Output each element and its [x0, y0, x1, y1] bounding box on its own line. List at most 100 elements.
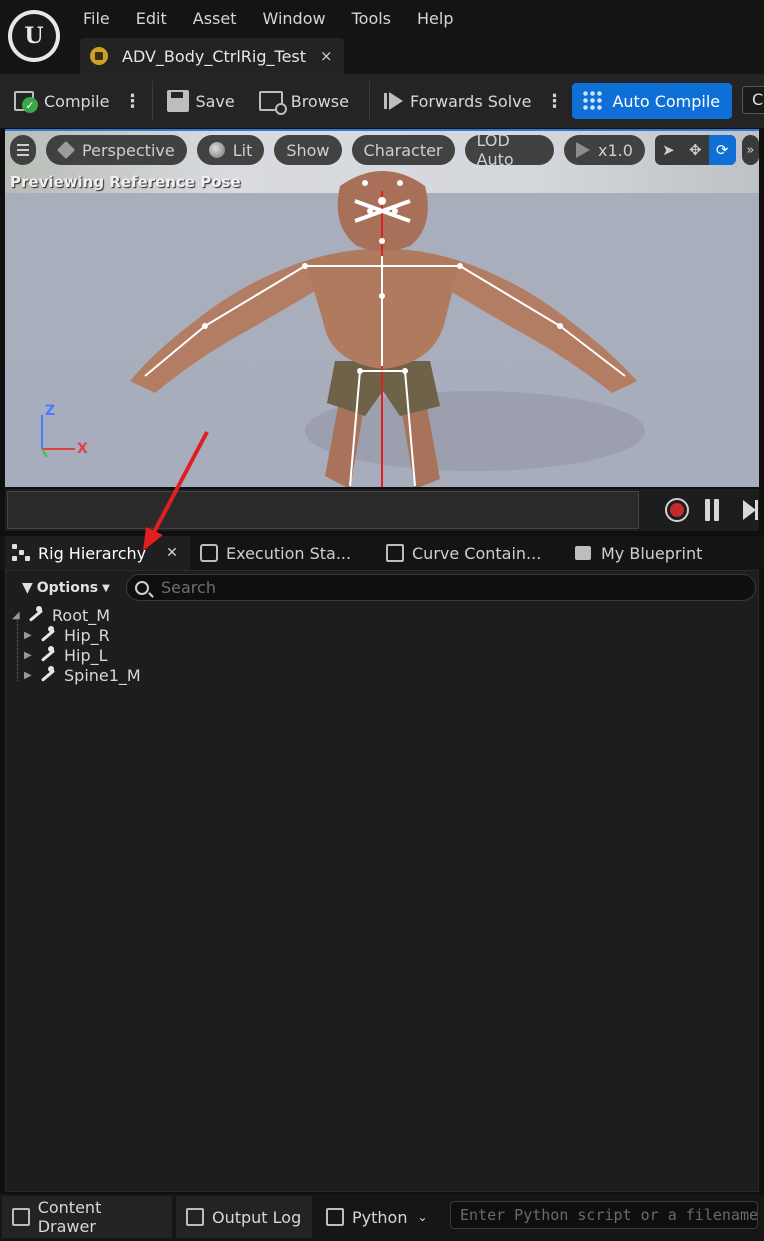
menu-window[interactable]: Window [250, 6, 339, 31]
auto-compile-label: Auto Compile [612, 91, 721, 111]
preview-status-text: Previewing Reference Pose [10, 173, 241, 191]
rig-hierarchy-panel: ▼ Options ▼ ◢ Root_M ▶ Hip_R ▶ Hip_L ▶ S… [5, 570, 759, 1192]
tree-row-hip-r[interactable]: ▶ Hip_R [12, 625, 141, 645]
filter-icon: ▼ [22, 580, 33, 596]
transform-tools: ➤ ✥ ⟳ [654, 135, 736, 165]
browse-label: Browse [290, 91, 349, 111]
character-button[interactable]: Character [351, 135, 455, 165]
tab-curve-container[interactable]: Curve Contain... [386, 536, 566, 570]
bone-icon [38, 626, 56, 644]
tree-row-label: Hip_L [64, 645, 108, 665]
search-icon [135, 580, 154, 598]
terminal-icon [326, 1208, 344, 1226]
menu-tools[interactable]: Tools [339, 6, 404, 31]
menu-file[interactable]: File [70, 6, 123, 31]
control-rig-asset-icon [90, 47, 108, 65]
tab-execution-stack[interactable]: Execution Sta... [200, 536, 370, 570]
tab-label: Execution Sta... [226, 543, 352, 563]
bone-icon [38, 666, 56, 684]
save-button[interactable]: Save [159, 81, 242, 121]
compile-options-icon[interactable]: ⋮ [117, 91, 146, 112]
perspective-button[interactable]: Perspective [46, 135, 187, 165]
forwards-solve-icon [383, 92, 404, 110]
content-drawer-label: Content Drawer [37, 1198, 102, 1236]
collapsed-arrow-icon[interactable]: ▶ [24, 650, 34, 661]
asset-toolbar: ✓ Compile ⋮ Save Browse Forwards Solve ⋮… [0, 74, 764, 128]
python-dropdown[interactable]: Python ⌄ [316, 1196, 446, 1238]
menu-help[interactable]: Help [404, 6, 466, 31]
content-drawer-button[interactable]: Content Drawer [2, 1196, 172, 1238]
playback-speed-button[interactable]: x1.0 [564, 135, 645, 165]
chevron-down-icon: ▼ [102, 582, 110, 594]
lit-button[interactable]: Lit [196, 135, 265, 165]
options-dropdown[interactable]: ▼ Options ▼ [14, 575, 118, 601]
save-label: Save [195, 91, 235, 111]
tree-row-label: Hip_R [64, 625, 110, 645]
tab-label: My Blueprint [601, 543, 703, 563]
collapsed-arrow-icon[interactable]: ▶ [24, 630, 34, 641]
forwards-solve-label: Forwards Solve [409, 91, 532, 111]
rotate-icon[interactable]: ⟳ [708, 135, 736, 165]
python-label: Python [352, 1207, 408, 1227]
panel-tab-bar: Rig Hierarchy ✕ Execution Sta... Curve C… [0, 536, 764, 570]
content-drawer-icon [12, 1208, 30, 1226]
output-log-icon [186, 1208, 204, 1226]
close-icon[interactable]: ✕ [166, 545, 178, 561]
status-bar: Content Drawer Output Log Python ⌄ Enter… [0, 1194, 764, 1241]
tab-rig-hierarchy[interactable]: Rig Hierarchy ✕ [5, 536, 190, 570]
hierarchy-icon [12, 544, 30, 562]
menu-asset[interactable]: Asset [180, 6, 250, 31]
viewport-menu-button[interactable] [10, 135, 37, 165]
bone-icon [26, 606, 44, 624]
pause-icon[interactable] [705, 499, 719, 521]
more-options-icon[interactable]: » [741, 135, 759, 165]
options-label: Options [36, 580, 99, 596]
tree-row-spine1-m[interactable]: ▶ Spine1_M [12, 665, 141, 685]
collapsed-arrow-icon[interactable]: ▶ [24, 670, 34, 681]
playback-speed-label: x1.0 [598, 140, 633, 160]
record-icon[interactable] [665, 498, 689, 522]
compile-button[interactable]: ✓ Compile [6, 81, 117, 121]
compile-label: Compile [44, 91, 110, 111]
move-icon[interactable]: ✥ [682, 135, 709, 165]
tab-my-blueprint[interactable]: My Blueprint [575, 536, 755, 570]
lit-label: Lit [232, 140, 253, 160]
clipped-toolbar-button[interactable]: C [742, 86, 764, 114]
axis-x-label: X [77, 441, 88, 457]
curve-icon [386, 544, 404, 562]
tree-row-label: Root_M [52, 605, 111, 625]
document-tab[interactable]: ADV_Body_CtrlRig_Test × [80, 38, 344, 74]
book-icon [575, 546, 591, 560]
tree-row-root-m[interactable]: ◢ Root_M [12, 605, 141, 625]
unreal-logo-icon[interactable]: U [8, 10, 60, 62]
close-icon[interactable]: × [320, 47, 333, 65]
axis-z-label: Z [45, 403, 56, 419]
timeline-scrubber[interactable] [7, 491, 639, 529]
browse-button[interactable]: Browse [251, 81, 357, 121]
solve-options-icon[interactable]: ⋮ [539, 91, 568, 112]
show-button[interactable]: Show [274, 135, 342, 165]
hamburger-icon [17, 144, 30, 156]
tree-row-hip-l[interactable]: ▶ Hip_L [12, 645, 141, 665]
title-bar: U File Edit Asset Window Tools Help ADV_… [0, 0, 764, 74]
python-command-input[interactable]: Enter Python script or a filename [450, 1201, 758, 1229]
play-icon [576, 142, 591, 158]
execution-stack-icon [200, 544, 218, 562]
expanded-arrow-icon[interactable]: ◢ [12, 610, 22, 621]
chevron-down-icon: ⌄ [417, 1210, 428, 1224]
auto-compile-icon [582, 90, 605, 112]
auto-compile-button[interactable]: Auto Compile [572, 83, 733, 119]
search-input[interactable] [161, 578, 721, 597]
output-log-button[interactable]: Output Log [176, 1196, 312, 1238]
search-box[interactable] [126, 574, 756, 601]
forwards-solve-button[interactable]: Forwards Solve [376, 81, 539, 121]
viewport-toolbar: Perspective Lit Show Character LOD Auto … [10, 131, 759, 169]
tree-row-label: Spine1_M [64, 665, 141, 685]
lod-button[interactable]: LOD Auto [464, 131, 555, 169]
cube-icon [56, 140, 76, 160]
preview-viewport[interactable]: Perspective Lit Show Character LOD Auto … [5, 129, 759, 487]
menu-edit[interactable]: Edit [123, 6, 180, 31]
main-menu: File Edit Asset Window Tools Help [70, 6, 467, 31]
step-forward-icon[interactable] [738, 500, 758, 520]
select-cursor-icon[interactable]: ➤ [655, 135, 682, 165]
